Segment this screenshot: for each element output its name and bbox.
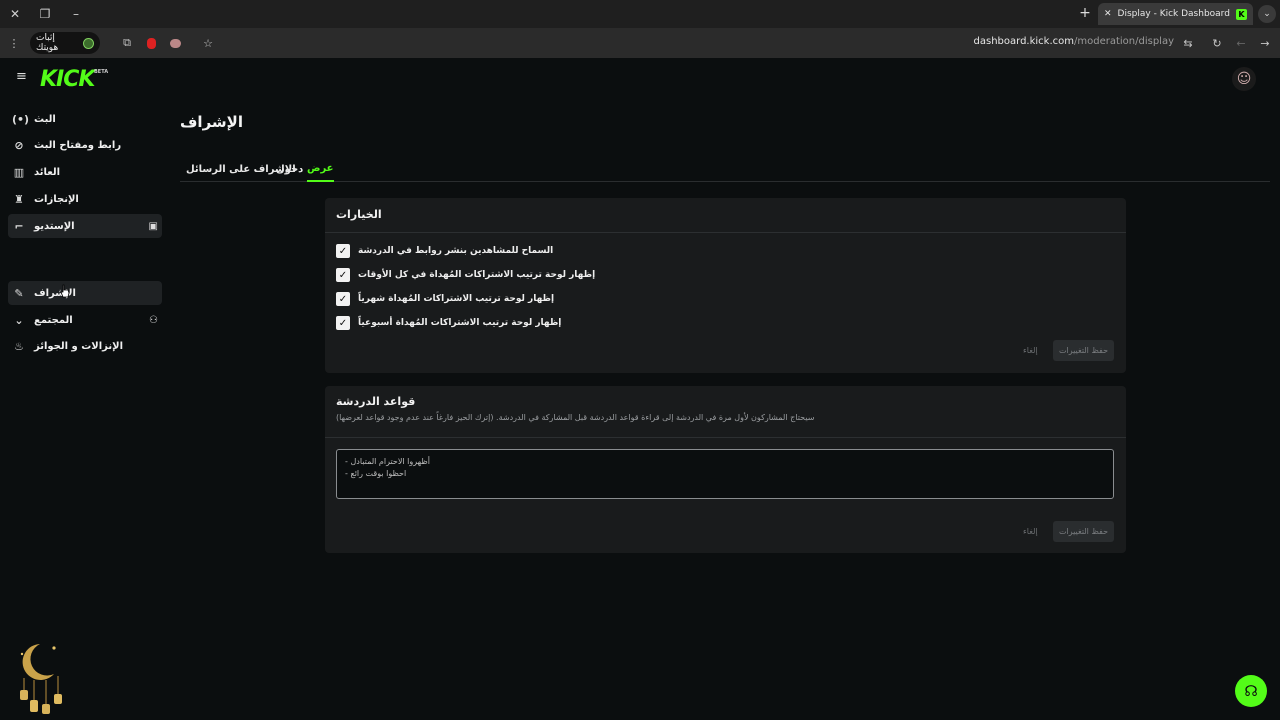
sidebar-item-label: البث xyxy=(34,113,56,125)
option-label: السماح للمشاهدين بنشر روابط في الدردشة xyxy=(358,246,554,256)
rules-line: - أظهروا الاحترام المتبادل xyxy=(345,457,430,466)
external-window-icon: ▣ xyxy=(148,220,158,232)
sidebar-item-stream[interactable]: (•) البث xyxy=(8,107,162,131)
new-tab-icon[interactable]: + xyxy=(1076,4,1094,22)
rules-line: - احظوا بوقت رائع xyxy=(345,469,407,478)
chat-rules-card: قواعد الدردشة سيحتاج المشاركون لأول مرة … xyxy=(325,386,1126,553)
owl-extension-icon[interactable] xyxy=(167,35,183,51)
url-domain: dashboard.kick.com xyxy=(973,36,1074,47)
verify-identity-label: إثبات هويتك xyxy=(36,33,59,53)
url-path: /moderation/display xyxy=(1074,36,1174,47)
sidebar-item-label: الإستديو xyxy=(34,220,75,232)
option-label: إظهار لوحة ترتيب الاشتراكات المُهداة شهر… xyxy=(358,294,555,304)
browser-tab-bar: ✕ ❐ – + ✕ Display - Kick Dashboard K ⌄ xyxy=(0,0,1280,28)
checkbox-check-icon[interactable]: ✓ xyxy=(336,292,350,306)
close-window-icon[interactable]: ✕ xyxy=(5,4,25,24)
moderation-tabs: الإشراف على الرسائل دخول عرض xyxy=(180,156,1270,182)
sidebar-item-label: الإنزالات و الجوائز xyxy=(34,340,124,352)
option-row-weekly[interactable]: ✓ إظهار لوحة ترتيب الاشتراكات المُهداة أ… xyxy=(336,316,561,330)
community-icon: ⚇ xyxy=(149,314,158,326)
chat-rules-header: قواعد الدردشة سيحتاج المشاركون لأول مرة … xyxy=(325,386,1126,438)
options-card: الخيارات ✓ السماح للمشاهدين بنشر روابط ف… xyxy=(325,198,1126,373)
browser-tab[interactable]: ✕ Display - Kick Dashboard K xyxy=(1098,3,1253,25)
options-cancel-button[interactable]: إلغاء xyxy=(1023,346,1038,355)
support-chat-button[interactable]: ☊ xyxy=(1235,675,1267,707)
chart-icon: ▥ xyxy=(13,165,25,179)
chat-rules-title: قواعد الدردشة xyxy=(336,395,416,408)
sidebar-item-label: الإنجازات xyxy=(34,193,79,205)
avatar[interactable]: ☺ xyxy=(1232,67,1256,91)
options-save-button[interactable]: حفظ التغييرات xyxy=(1053,340,1114,361)
sidebar-item-revenue[interactable]: ▥ العائد xyxy=(8,160,162,184)
sidebar-item-drops[interactable]: ♨ الإنزالات و الجوائز xyxy=(8,334,162,358)
forward-icon[interactable]: ← xyxy=(1233,35,1249,51)
hamburger-menu-icon[interactable]: ≡ xyxy=(16,70,28,84)
sidebar-item-achievements[interactable]: ♜ الإنجازات xyxy=(8,187,162,211)
dashboard-page: ≡ KICK BETA ☺ (•) البث ⊘ رابط ومفتاح الب… xyxy=(0,58,1280,720)
verify-dot-icon xyxy=(83,37,94,49)
tab-close-icon[interactable]: ✕ xyxy=(1104,9,1112,19)
link-icon: ⊘ xyxy=(14,138,24,152)
options-title: الخيارات xyxy=(325,198,1126,233)
cake-icon: ♨ xyxy=(14,339,24,353)
wrench-icon: ✎ xyxy=(14,286,24,300)
site-settings-icon[interactable]: ⇆ xyxy=(1180,35,1196,51)
tab-menu-icon[interactable]: ⌄ xyxy=(1258,5,1276,23)
menu-dots-icon[interactable]: ⋮ xyxy=(6,35,22,51)
chat-rules-description: سيحتاج المشاركون لأول مرة في الدردشة إلى… xyxy=(336,413,815,422)
studio-icon: ⌐ xyxy=(14,219,24,233)
headset-icon: ☊ xyxy=(1244,682,1258,700)
crescent-lantern-ornament-icon xyxy=(20,644,62,714)
option-row-monthly[interactable]: ✓ إظهار لوحة ترتيب الاشتراكات المُهداة ش… xyxy=(336,292,554,306)
rules-save-button[interactable]: حفظ التغييرات xyxy=(1053,521,1114,542)
option-row-links[interactable]: ✓ السماح للمشاهدين بنشر روابط في الدردشة xyxy=(336,244,553,258)
sidebar-item-stream-key[interactable]: ⊘ رابط ومفتاح البث xyxy=(8,133,162,157)
tab-display[interactable]: عرض xyxy=(307,156,334,182)
minimize-window-icon[interactable]: – xyxy=(66,4,86,24)
hand-cursor-icon xyxy=(60,284,70,298)
sidebar-item-label: المجتمع xyxy=(34,314,73,326)
chat-rules-textarea[interactable]: - أظهروا الاحترام المتبادل - احظوا بوقت … xyxy=(336,449,1114,499)
option-row-alltime[interactable]: ✓ إظهار لوحة ترتيب الاشتراكات المُهداة ف… xyxy=(336,268,595,282)
option-label: إظهار لوحة ترتيب الاشتراكات المُهداة في … xyxy=(358,270,596,280)
back-icon[interactable]: → xyxy=(1257,35,1273,51)
verify-identity-button[interactable]: إثبات هويتك xyxy=(30,32,100,54)
checkbox-check-icon[interactable]: ✓ xyxy=(336,268,350,282)
checkbox-check-icon[interactable]: ✓ xyxy=(336,316,350,330)
option-label: إظهار لوحة ترتيب الاشتراكات المُهداة أسب… xyxy=(358,318,562,328)
restore-window-icon[interactable]: ❐ xyxy=(35,4,55,24)
beta-badge: BETA xyxy=(94,69,109,75)
tab-login[interactable]: دخول xyxy=(276,156,303,182)
sidebar-item-label: العائد xyxy=(34,166,61,178)
browser-address-bar: ⋮ إثبات هويتك ⧉ ☆ dashboard.kick.com/mod… xyxy=(0,28,1280,58)
sidebar-item-community[interactable]: ⌄ المجتمع ⚇ xyxy=(8,308,162,332)
broadcast-icon: (•) xyxy=(12,112,30,126)
reload-icon[interactable]: ↻ xyxy=(1209,35,1225,51)
sidebar-item-studio[interactable]: ⌐ الإستديو ▣ xyxy=(8,214,162,238)
tab-title: Display - Kick Dashboard xyxy=(1117,9,1230,19)
kick-logo[interactable]: KICK xyxy=(40,67,95,92)
shield-extension-icon[interactable] xyxy=(143,35,159,51)
sidebar-item-moderation[interactable]: ✎ الإشراف xyxy=(8,281,162,305)
sidebar-item-label: رابط ومفتاح البث xyxy=(34,139,122,151)
rules-cancel-button[interactable]: إلغاء xyxy=(1023,527,1038,536)
bookmark-star-icon[interactable]: ☆ xyxy=(200,35,216,51)
checkbox-check-icon[interactable]: ✓ xyxy=(336,244,350,258)
extensions-icon[interactable]: ⧉ xyxy=(119,35,135,51)
kick-favicon-icon: K xyxy=(1236,8,1247,20)
trophy-icon: ♜ xyxy=(14,192,24,206)
chevron-down-icon: ⌄ xyxy=(14,313,24,327)
address-url[interactable]: dashboard.kick.com/moderation/display xyxy=(974,36,1174,47)
page-title: الإشراف xyxy=(180,113,243,131)
